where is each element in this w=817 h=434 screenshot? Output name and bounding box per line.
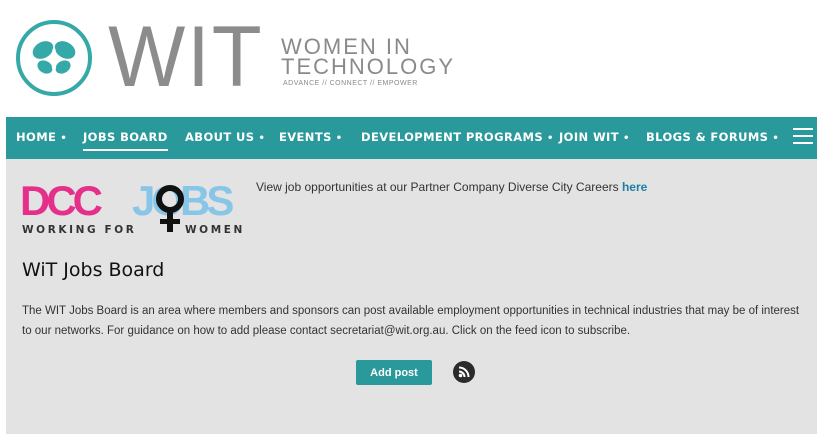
- nav-item-jobs-board[interactable]: JOBS BOARD: [83, 130, 168, 151]
- butterfly-icon: [32, 41, 76, 74]
- nav-label: DEVELOPMENT PROGRAMS: [361, 130, 544, 144]
- nav-item-join-wit[interactable]: JOIN WIT •: [559, 130, 630, 144]
- nav-item-home[interactable]: HOME •: [16, 130, 67, 144]
- nav-label: HOME: [16, 130, 57, 144]
- partner-text: View job opportunities at our Partner Co…: [256, 180, 622, 194]
- rss-feed-icon: [458, 366, 470, 378]
- nav-separator-dot: •: [60, 133, 68, 144]
- logo-title-line2: TECHNOLOGY: [281, 54, 456, 79]
- nav-separator-dot: •: [547, 133, 554, 144]
- svg-text:DCC: DCC: [20, 177, 103, 224]
- rss-icon[interactable]: [453, 361, 475, 383]
- nav-label: ABOUT US: [185, 130, 255, 144]
- partner-link[interactable]: here: [622, 180, 647, 194]
- nav-item-events[interactable]: EVENTS •: [279, 130, 343, 144]
- nav-label: JOBS BOARD: [83, 130, 168, 144]
- nav-separator-dot: •: [258, 133, 266, 144]
- nav-separator-dot: •: [335, 133, 343, 144]
- site-header: WIT WOMEN IN TECHNOLOGY ADVANCE // CONNE…: [0, 0, 817, 116]
- nav-separator-dot: •: [622, 133, 630, 144]
- logo-tagline: ADVANCE // CONNECT // EMPOWER: [283, 80, 418, 87]
- nav-label: EVENTS: [279, 130, 332, 144]
- nav-separator-dot: •: [772, 133, 780, 144]
- page-description: The WIT Jobs Board is an area where memb…: [22, 305, 800, 337]
- wit-logo-icon[interactable]: [16, 20, 92, 96]
- partner-message: View job opportunities at our Partner Co…: [256, 180, 647, 194]
- nav-label: JOIN WIT: [559, 130, 619, 144]
- page-title: WiT Jobs Board: [22, 259, 165, 281]
- svg-text:WOMEN: WOMEN: [185, 224, 245, 236]
- main-nav: HOME • JOBS BOARD ABOUT US • EVENTS • DEVEL…: [6, 117, 817, 159]
- nav-item-about-us[interactable]: ABOUT US •: [185, 130, 265, 144]
- svg-text:WORKING FOR: WORKING FOR: [22, 224, 136, 236]
- nav-item-blogs-forums[interactable]: BLOGS & FORUMS •: [646, 130, 779, 144]
- nav-label: BLOGS & FORUMS: [646, 130, 769, 144]
- logo-wordmark[interactable]: WIT: [104, 12, 268, 102]
- jobs-board-content: DCC JOBS WORKING FOR WOMEN View job oppo…: [6, 159, 817, 434]
- dcc-jobs-logo[interactable]: DCC JOBS WORKING FOR WOMEN: [20, 177, 246, 237]
- add-post-button[interactable]: Add post: [356, 360, 432, 385]
- hamburger-icon[interactable]: [793, 128, 813, 146]
- nav-item-development-programs[interactable]: DEVELOPMENT PROGRAMS •: [361, 130, 554, 144]
